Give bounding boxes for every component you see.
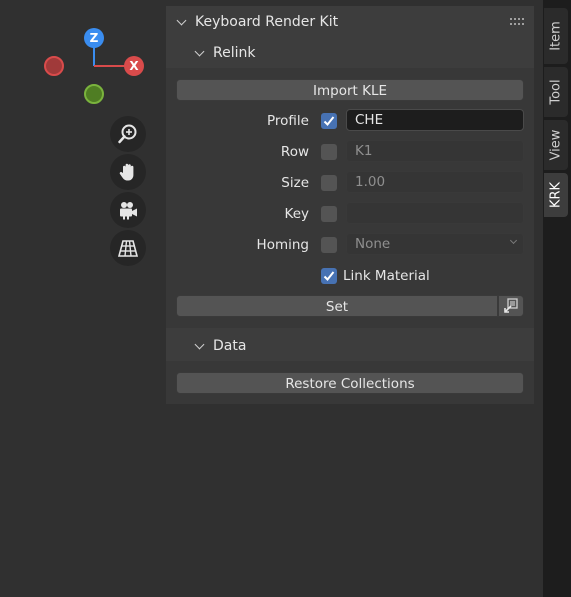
tab-tool[interactable]: Tool <box>544 67 568 117</box>
chevron-down-icon <box>194 339 205 349</box>
hand-pan-icon <box>119 163 134 181</box>
panel-header-keyboard-render-kit[interactable]: Keyboard Render Kit <box>166 8 534 36</box>
row-label: Row <box>280 144 309 160</box>
profile-checkbox[interactable] <box>321 113 337 129</box>
subpanel-title-data: Data <box>213 338 247 354</box>
chevron-down-icon <box>194 46 205 56</box>
homing-label: Homing <box>256 237 309 253</box>
orthographic-toggle-button[interactable] <box>110 230 146 266</box>
link-objects-icon <box>504 298 518 313</box>
grid-ortho-icon <box>117 240 139 257</box>
checkmark-icon <box>323 271 335 281</box>
tab-item-label: Item <box>548 21 564 51</box>
navigation-gizmo[interactable]: Z X <box>40 24 150 114</box>
subpanel-header-relink[interactable]: Relink <box>166 39 534 67</box>
tab-tool-label: Tool <box>548 79 564 105</box>
homing-dropdown[interactable]: None <box>346 233 524 255</box>
pan-button[interactable] <box>110 154 146 190</box>
set-extra-button[interactable] <box>498 295 524 317</box>
checkmark-icon <box>323 116 335 126</box>
key-label: Key <box>284 206 309 222</box>
sidebar-panel: Keyboard Render Kit Relink Import KLE Pr… <box>166 6 534 404</box>
profile-field[interactable]: CHE <box>346 109 524 131</box>
tab-view-label: View <box>548 129 564 161</box>
size-label: Size <box>281 175 309 191</box>
key-checkbox[interactable] <box>321 206 337 222</box>
link-material-label: Link Material <box>343 268 430 284</box>
gizmo-neg-x-axis[interactable] <box>44 56 64 76</box>
homing-value: None <box>355 236 391 252</box>
size-checkbox[interactable] <box>321 175 337 191</box>
row-field[interactable]: K1 <box>346 140 524 162</box>
chevron-down-icon <box>509 236 518 245</box>
panel-title: Keyboard Render Kit <box>195 14 339 30</box>
homing-checkbox[interactable] <box>321 237 337 253</box>
size-field[interactable]: 1.00 <box>346 171 524 193</box>
profile-label: Profile <box>267 113 309 129</box>
zoom-button[interactable] <box>110 116 146 152</box>
gizmo-neg-y-axis[interactable] <box>84 84 104 104</box>
chevron-down-icon <box>176 15 187 25</box>
restore-collections-button[interactable]: Restore Collections <box>176 372 524 394</box>
subpanel-header-data[interactable]: Data <box>166 332 534 360</box>
tab-krk[interactable]: KRK <box>544 173 568 217</box>
row-checkbox[interactable] <box>321 144 337 160</box>
gizmo-z-label: Z <box>89 31 99 45</box>
drag-handle-icon[interactable] <box>510 18 526 26</box>
link-material-checkbox[interactable] <box>321 268 337 284</box>
zoom-icon <box>118 124 137 144</box>
key-field[interactable] <box>346 202 524 224</box>
tab-krk-label: KRK <box>548 181 564 209</box>
camera-view-button[interactable] <box>110 192 146 228</box>
import-kle-button[interactable]: Import KLE <box>176 79 524 101</box>
camera-icon <box>120 202 137 220</box>
subpanel-title-relink: Relink <box>213 45 256 61</box>
relink-body <box>166 68 534 328</box>
tab-view[interactable]: View <box>544 120 568 170</box>
set-button[interactable]: Set <box>176 295 498 317</box>
gizmo-x-label: X <box>129 59 139 73</box>
tab-item[interactable]: Item <box>544 8 568 64</box>
sidebar-tab-bar: Item Tool View KRK <box>543 0 571 597</box>
